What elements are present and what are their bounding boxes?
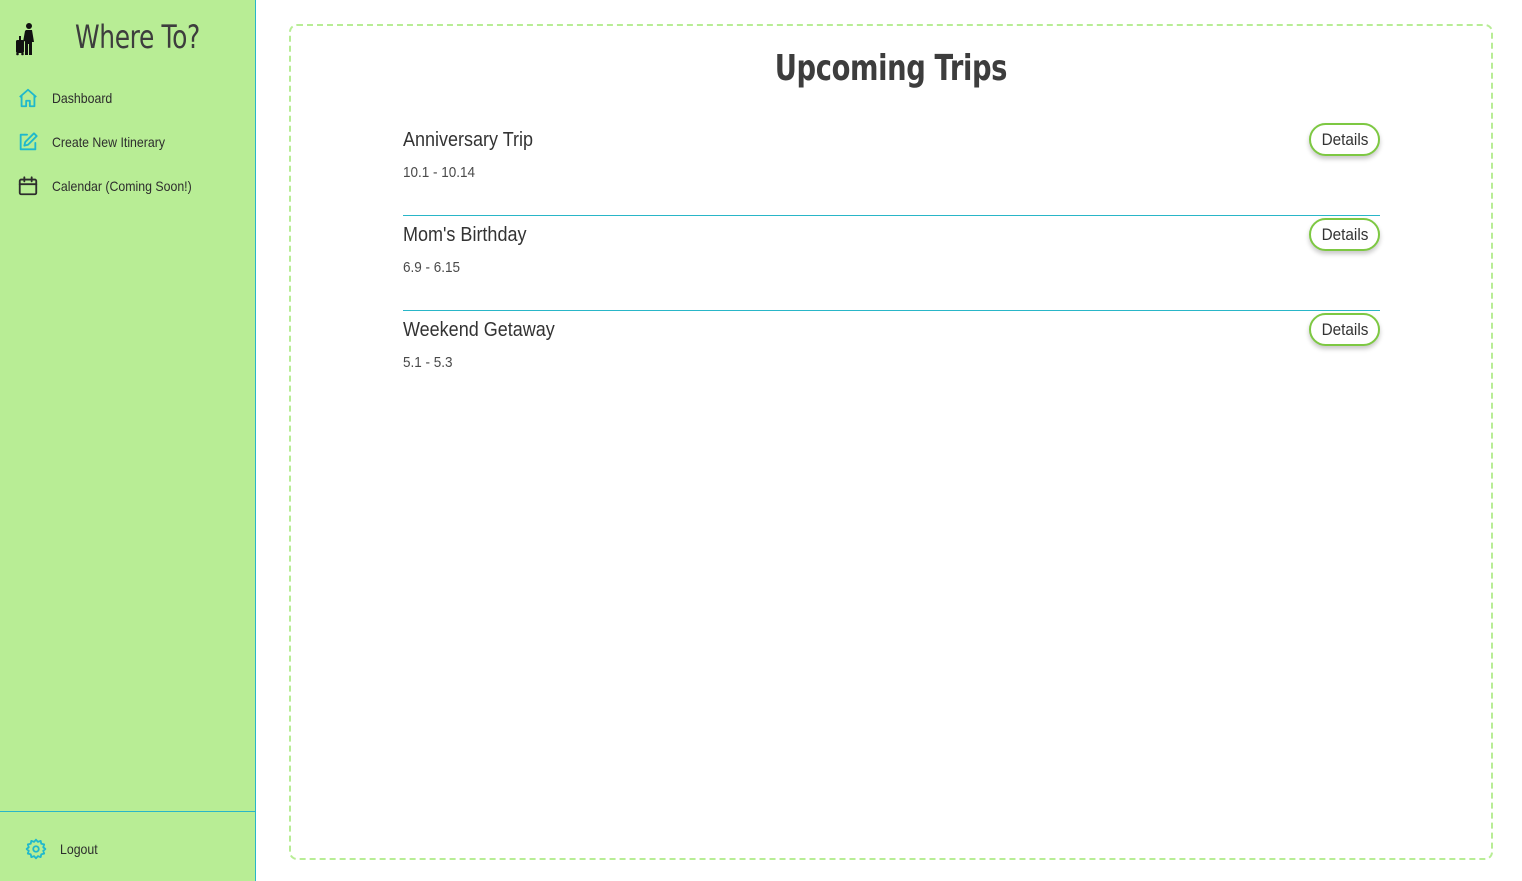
home-icon [19, 88, 37, 108]
sidebar-item-calendar[interactable]: Calendar (Coming Soon!) [0, 167, 256, 207]
edit-icon [19, 132, 38, 151]
logout-label: Logout [60, 841, 98, 857]
details-button-label: Details [1321, 129, 1368, 149]
brand: Where To? [0, 0, 256, 80]
calendar-icon [18, 176, 38, 196]
trip-row: Mom's Birthday 6.9 - 6.15 Details [403, 216, 1380, 311]
trip-dates: 6.9 - 6.15 [403, 259, 461, 276]
app-title: Where To? [75, 18, 200, 56]
sidebar-item-label: Dashboard [52, 90, 113, 106]
gear-icon [25, 838, 47, 860]
sidebar-item-label: Create New Itinerary [52, 134, 165, 150]
page-title-text: Upcoming Trips [774, 48, 1008, 89]
sidebar-footer: Logout [0, 811, 256, 881]
details-button-label: Details [1321, 224, 1368, 244]
sidebar-item-label: Calendar (Coming Soon!) [52, 178, 192, 194]
trip-name: Mom's Birthday [403, 224, 527, 246]
details-button[interactable]: Details [1309, 218, 1380, 251]
trip-dates: 10.1 - 10.14 [403, 164, 476, 181]
traveler-logo-icon [16, 23, 34, 56]
trip-dates: 5.1 - 5.3 [403, 354, 453, 371]
logout-button[interactable]: Logout [0, 812, 256, 881]
sidebar: Where To? Dashboard Create New Itinerary… [0, 0, 256, 881]
upcoming-trips-panel: Upcoming Trips Anniversary Trip 10.1 - 1… [289, 24, 1493, 860]
trip-list: Anniversary Trip 10.1 - 10.14 Details Mo… [403, 121, 1380, 406]
trip-row: Anniversary Trip 10.1 - 10.14 Details [403, 121, 1380, 216]
details-button-label: Details [1321, 319, 1368, 339]
details-button[interactable]: Details [1309, 123, 1380, 156]
page-title: Upcoming Trips [291, 48, 1491, 89]
details-button[interactable]: Details [1309, 313, 1380, 346]
sidebar-item-create-itinerary[interactable]: Create New Itinerary [0, 123, 256, 163]
trip-row: Weekend Getaway 5.1 - 5.3 Details [403, 311, 1380, 406]
trip-name: Anniversary Trip [403, 129, 534, 151]
trip-name: Weekend Getaway [403, 319, 555, 341]
sidebar-item-dashboard[interactable]: Dashboard [0, 79, 256, 119]
